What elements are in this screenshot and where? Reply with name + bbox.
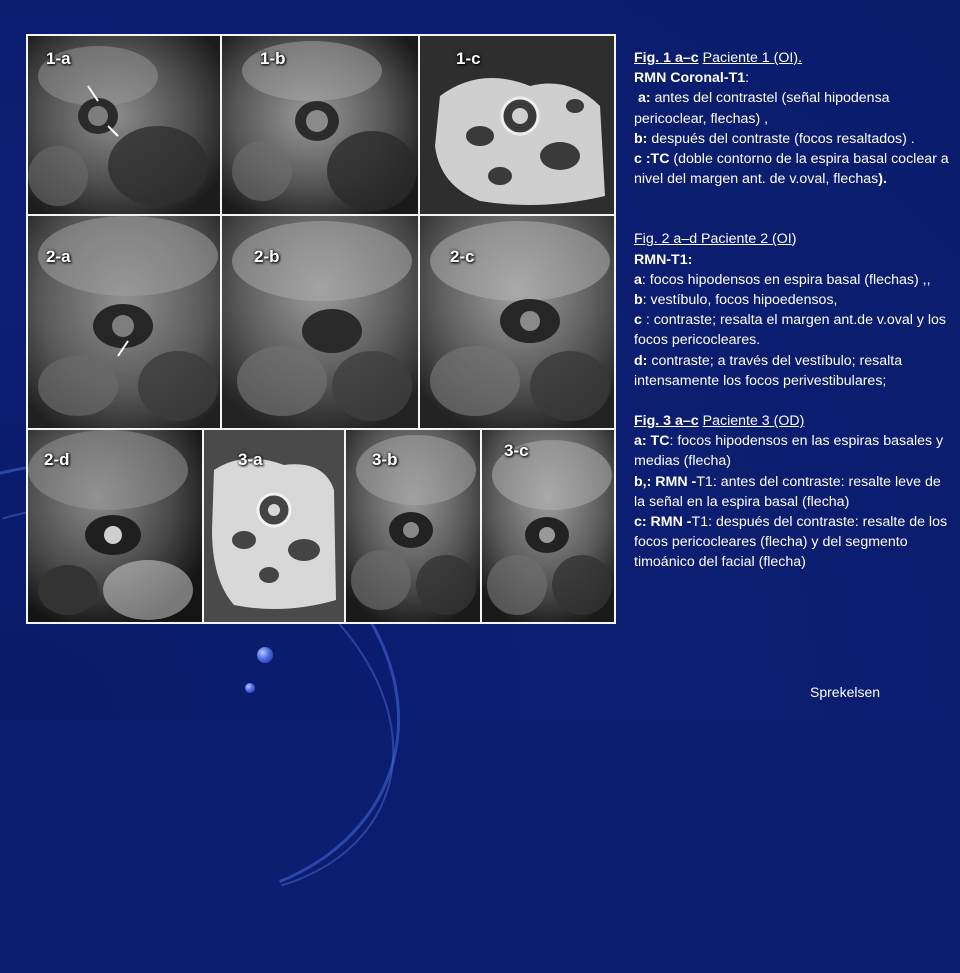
- fig3-patient: Paciente 3 (OD): [702, 413, 805, 430]
- fig2-d-key: d:: [634, 352, 648, 369]
- fig1-patient: Paciente 1 (OI).: [702, 50, 802, 66]
- fig1-c-key: c :TC: [634, 151, 670, 168]
- fig2-b-key: b: [634, 292, 643, 309]
- fig3-heading: Fig. 3 a–c Paciente 3 (OD): [634, 411, 954, 431]
- panel-label-2c: 2-c: [450, 247, 475, 266]
- fig2-item-c: c : contraste; resalta el margen ant.de …: [634, 310, 954, 350]
- fig3-a-key: a: TC: [634, 433, 670, 450]
- fig1-technique-colon: :: [745, 70, 750, 87]
- scan-2b: [222, 216, 418, 428]
- fig2-c-key: c: [634, 312, 642, 329]
- fig3-title: Fig. 3 a–c: [634, 413, 699, 430]
- fig3-item-c: c: RMN -T1: después del contraste: resal…: [634, 512, 954, 573]
- fig3-item-b: b,: RMN -T1: antes del contraste: resalt…: [634, 472, 954, 512]
- fig1-b-key: b:: [634, 130, 648, 147]
- fig1-b-text: después del contraste (focos resaltados)…: [647, 130, 915, 147]
- caption-column: Fig. 1 a–c Paciente 1 (OI). RMN Coronal-…: [634, 48, 954, 573]
- fig1-technique-line: RMN Coronal-T1:: [634, 68, 954, 88]
- fig2-heading: Fig. 2 a–d Paciente 2 (OI): [634, 229, 954, 249]
- fig1-c-text: (doble contorno de la espira basal cocle…: [634, 151, 949, 188]
- fig2-item-a: a: focos hipodensos en espira basal (fle…: [634, 270, 954, 290]
- scan-3b: [346, 430, 480, 622]
- fig3-c-key: c: RMN -: [634, 514, 692, 531]
- fig2-item-d: d: contraste; a través del vestíbulo; re…: [634, 351, 954, 391]
- panel-label-2b: 2-b: [254, 247, 280, 266]
- panel-label-3b: 3-b: [372, 450, 398, 469]
- fig1-a-key: a:: [637, 90, 651, 107]
- figure-panel: 1-a 1-b 1-c 2-a 2-b 2-c 2-d 3-a 3-b 3-c: [26, 34, 616, 624]
- fig2-title: Fig. 2 a–d Paciente 2 (OI: [634, 231, 792, 248]
- scan-1c: [420, 36, 614, 214]
- fig1-item-c: c :TC (doble contorno de la espira basal…: [634, 149, 954, 189]
- fig1-a-text: antes del contrastel (señal hipodensa pe…: [634, 90, 890, 127]
- fig1-item-a: a: antes del contrastel (señal hipodensa…: [634, 88, 954, 128]
- decorative-dot: [257, 647, 273, 663]
- panel-label-1a: 1-a: [46, 49, 71, 68]
- fig1-heading: Fig. 1 a–c Paciente 1 (OI).: [634, 48, 954, 68]
- fig3-a-text: : focos hipodensos en las espiras basale…: [634, 433, 944, 470]
- decorative-dot-small: [245, 683, 255, 693]
- panel-label-1b: 1-b: [260, 49, 286, 68]
- fig2-item-b: b: vestíbulo, focos hipoedensos,: [634, 290, 954, 310]
- panel-label-3c: 3-c: [504, 441, 529, 460]
- scan-1b: [222, 36, 418, 214]
- fig2-technique-line: RMN-T1:: [634, 250, 954, 270]
- fig2-technique: RMN-T1:: [634, 251, 693, 268]
- author-name: Sprekelsen: [810, 684, 881, 700]
- fig2-a-text: : focos hipodensos en espira basal (flec…: [641, 271, 931, 288]
- fig3-item-a: a: TC: focos hipodensos en las espiras b…: [634, 431, 954, 471]
- panel-label-2d: 2-d: [44, 450, 70, 469]
- fig1-technique: RMN Coronal-T1: [634, 70, 746, 87]
- fig1-c-end: ).: [878, 171, 887, 188]
- fig2-c-text: : contraste; resalta el margen ant.de v.…: [634, 312, 947, 349]
- fig3-b-key: b,: RMN -: [634, 473, 697, 490]
- fig1-title: Fig. 1 a–c: [634, 50, 699, 66]
- panel-label-3a: 3-a: [238, 450, 263, 469]
- scan-3a: [204, 430, 344, 622]
- panel-label-1c: 1-c: [456, 49, 481, 68]
- fig2-title-end: ): [791, 231, 797, 248]
- fig2-b-text: : vestíbulo, focos hipoedensos,: [642, 292, 838, 309]
- fig2-a-key: a: [634, 271, 642, 288]
- fig2-d-text: contraste; a través del vestíbulo; resal…: [634, 352, 903, 389]
- fig1-item-b: b: después del contraste (focos resaltad…: [634, 129, 954, 149]
- scan-3c: [482, 430, 614, 622]
- panel-label-2a: 2-a: [46, 247, 71, 266]
